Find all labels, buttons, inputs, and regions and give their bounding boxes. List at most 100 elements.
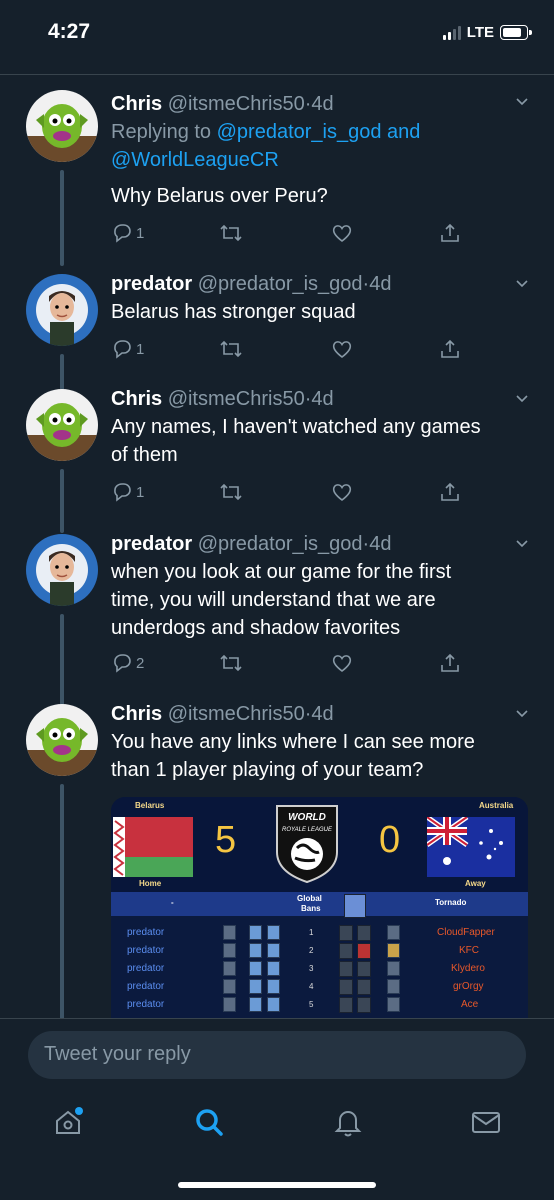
avatar[interactable]: [26, 389, 98, 461]
like-button[interactable]: [331, 222, 353, 244]
reply-icon: [114, 654, 131, 673]
ban-slot: [339, 943, 353, 959]
home-icon[interactable]: [52, 1106, 84, 1138]
chevron-down-icon[interactable]: [516, 393, 528, 405]
retweet-icon: [220, 224, 242, 242]
share-icon: [441, 339, 459, 358]
left-score: 5: [215, 819, 237, 861]
divider: [0, 74, 554, 75]
global-bans-label: Global: [297, 894, 322, 903]
reply-button[interactable]: 1: [111, 222, 144, 244]
battery-icon: [500, 25, 532, 40]
ban-slot: [339, 979, 353, 995]
reply-button[interactable]: 1: [111, 338, 144, 360]
left-player-name: predator: [127, 963, 165, 974]
author-handle[interactable]: @itsmeChris50: [168, 703, 305, 725]
author-handle[interactable]: @predator_is_god: [198, 533, 363, 555]
heart-icon: [332, 225, 352, 243]
tweet-text-line: than 1 player playing of your team?: [111, 759, 424, 781]
author-handle[interactable]: @itsmeChris50: [168, 93, 305, 115]
deck-card: [387, 961, 400, 976]
bell-icon[interactable]: [332, 1106, 364, 1138]
share-icon: [441, 223, 459, 242]
timestamp: 4d: [311, 388, 334, 410]
like-button[interactable]: [331, 338, 353, 360]
tweet[interactable]: predator @predator_is_god·4d Belarus has…: [0, 250, 554, 396]
avatar[interactable]: [26, 534, 98, 606]
like-button[interactable]: [331, 652, 353, 674]
tweet-media-image[interactable]: Belarus Australia 5 WORLD ROYALE LEAGUE 0…: [111, 797, 528, 1019]
status-indicators: LTE: [442, 24, 532, 41]
svg-text:ROYALE LEAGUE: ROYALE LEAGUE: [282, 827, 333, 833]
world-royale-league-logo: WORLD ROYALE LEAGUE: [276, 805, 338, 884]
australia-flag: [427, 817, 515, 877]
left-team-name: -: [171, 898, 174, 907]
retweet-button[interactable]: [219, 481, 243, 503]
banned-card: [344, 894, 366, 918]
retweet-button[interactable]: [219, 222, 243, 244]
tweet[interactable]: Chris @itsmeChris50·4d Replying to @pred…: [0, 90, 554, 266]
reply-count: 1: [136, 340, 145, 358]
mention-link[interactable]: @predator_is_god: [217, 121, 382, 143]
deck-card: [387, 997, 400, 1012]
share-button[interactable]: [439, 481, 461, 503]
reply-count: 2: [136, 654, 145, 672]
mention-link[interactable]: @WorldLeagueCR: [111, 149, 279, 171]
share-button[interactable]: [439, 222, 461, 244]
share-button[interactable]: [439, 338, 461, 360]
avatar[interactable]: [26, 274, 98, 346]
author-handle[interactable]: @itsmeChris50: [168, 388, 305, 410]
ban-slot: [339, 997, 353, 1013]
ban-slot: [357, 997, 371, 1013]
avatar[interactable]: [26, 704, 98, 776]
reply-input[interactable]: Tweet your reply: [28, 1031, 526, 1079]
deck-card: [267, 925, 280, 940]
deck-card: [267, 961, 280, 976]
teams-header-row: - Global Bans Tornado: [111, 892, 528, 916]
reply-icon: [114, 340, 131, 359]
tweet-actions: 1: [111, 481, 459, 505]
author-name[interactable]: Chris: [111, 703, 162, 725]
right-score: 0: [379, 819, 401, 861]
author-handle[interactable]: @predator_is_god: [198, 273, 363, 295]
tweet-text: Belarus has stronger squad: [111, 301, 356, 323]
chevron-down-icon[interactable]: [516, 96, 528, 108]
svg-text:WORLD: WORLD: [288, 812, 326, 823]
reply-button[interactable]: 1: [111, 481, 144, 503]
author-name[interactable]: Chris: [111, 93, 162, 115]
right-player-name: grOrgy: [453, 981, 484, 992]
right-player-name: CloudFapper: [437, 927, 495, 938]
deck-card: [267, 997, 280, 1012]
retweet-icon: [220, 340, 242, 358]
author-name[interactable]: predator: [111, 273, 192, 295]
retweet-button[interactable]: [219, 338, 243, 360]
tweet[interactable]: predator @predator_is_god·4d when you lo…: [0, 530, 554, 708]
replying-to: Replying to @predator_is_god and: [111, 121, 421, 143]
away-label: Away: [465, 879, 486, 888]
chevron-down-icon[interactable]: [516, 278, 528, 290]
deck-card: [249, 943, 262, 958]
chevron-down-icon[interactable]: [516, 708, 528, 720]
share-button[interactable]: [439, 652, 461, 674]
like-button[interactable]: [331, 481, 353, 503]
home-label: Home: [139, 879, 162, 888]
left-player-name: predator: [127, 927, 165, 938]
retweet-button[interactable]: [219, 652, 243, 674]
tweet-text-line: when you look at our game for the first: [111, 561, 452, 583]
search-icon[interactable]: [193, 1106, 225, 1138]
tweet[interactable]: Chris @itsmeChris50·4d Any names, I have…: [0, 385, 554, 533]
author-name[interactable]: predator: [111, 533, 192, 555]
tweet-actions: 1: [111, 338, 459, 362]
game-number: 5: [309, 1000, 314, 1009]
avatar[interactable]: [26, 90, 98, 162]
author-name[interactable]: Chris: [111, 388, 162, 410]
tweet-text-line: underdogs and shadow favorites: [111, 617, 401, 639]
chevron-down-icon[interactable]: [516, 538, 528, 550]
deck-card: [223, 979, 236, 994]
ban-slot: [357, 925, 371, 941]
mail-icon[interactable]: [470, 1106, 502, 1138]
heart-icon: [332, 484, 352, 502]
reply-button[interactable]: 2: [111, 652, 144, 674]
deck-card: [267, 943, 280, 958]
deck-card: [223, 961, 236, 976]
